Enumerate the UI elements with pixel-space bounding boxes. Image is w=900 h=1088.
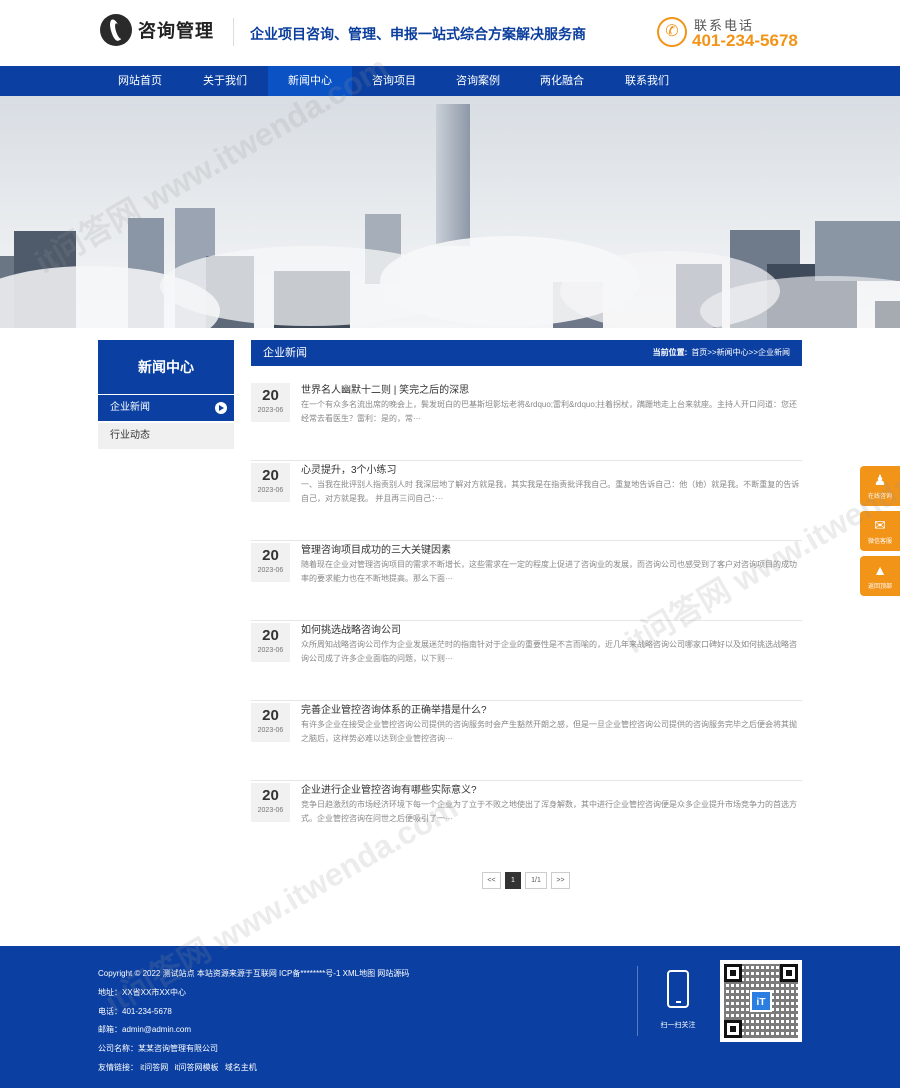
date-box: 20 2023-06	[251, 703, 290, 742]
sidebar-item-industry-news[interactable]: 行业动态	[98, 423, 234, 449]
news-title[interactable]: 世界名人幽默十二则 | 笑完之后的深思	[301, 381, 469, 396]
date-day: 20	[262, 787, 279, 804]
friend-link[interactable]: 域名主机	[225, 1063, 257, 1072]
float-label: 返回顶部	[867, 584, 892, 590]
news-title[interactable]: 完善企业管控咨询体系的正确举措是什么?	[301, 701, 487, 716]
qq-icon: ♟	[873, 472, 887, 488]
wechat-service-button[interactable]: ✉ 微信客服	[860, 511, 900, 551]
footer-divider	[637, 966, 638, 1036]
date-day: 20	[262, 547, 279, 564]
mobile-phone-icon	[667, 970, 689, 1008]
nav-item-news[interactable]: 新闻中心	[268, 66, 352, 96]
site-logo[interactable]: 咨询管理	[100, 14, 214, 46]
news-title[interactable]: 企业进行企业管控咨询有哪些实际意义?	[301, 781, 477, 796]
news-summary: 一、当我在批评别人指责别人时 我深层地了解对方就是我，其实我是在指责批评我自己。…	[301, 480, 800, 503]
site-header: 咨询管理 企业项目咨询、管理、申报一站式综合方案解决服务商 ✆ 联系电话 401…	[0, 0, 900, 66]
flame-logo-icon	[100, 14, 132, 46]
date-day: 20	[262, 627, 279, 644]
breadcrumb-path[interactable]: 首页>>新闻中心>>企业新闻	[691, 348, 790, 357]
date-box: 20 2023-06	[251, 383, 290, 422]
date-year-month: 2023-06	[257, 567, 284, 574]
date-box: 20 2023-06	[251, 623, 290, 662]
top-icon: ▲	[873, 562, 887, 578]
float-label: 微信客服	[867, 539, 892, 545]
logo-text: 咨询管理	[138, 21, 214, 41]
main-nav: 网站首页 关于我们 新闻中心 咨询项目 咨询案例 两化融合 联系我们	[0, 66, 900, 96]
news-summary: 随着现在企业对管理咨询项目的需求不断增长，这些需求在一定的程度上促进了咨询业的发…	[301, 560, 797, 583]
phone-number: 401-234-5678	[692, 31, 798, 50]
site-footer: Copyright © 2022 测试站点 本站资源来源于互联网 ICP备***…	[0, 946, 900, 1088]
nav-item-contact[interactable]: 联系我们	[605, 66, 689, 96]
list-item[interactable]: 20 2023-06 心灵提升，3个小练习 一、当我在批评别人指责别人时 我深层…	[251, 461, 802, 541]
news-summary: 众所周知战略咨询公司作为企业发展迷茫时的指南针对于企业的重要性是不言而喻的，近几…	[301, 640, 797, 663]
nav-item-about[interactable]: 关于我们	[183, 66, 267, 96]
nav-item-projects[interactable]: 咨询项目	[352, 66, 436, 96]
date-box: 20 2023-06	[251, 783, 290, 822]
date-year-month: 2023-06	[257, 487, 284, 494]
header-slogan: 企业项目咨询、管理、申报一站式综合方案解决服务商	[250, 26, 586, 42]
wechat-icon: ✉	[874, 517, 886, 533]
float-label: 在线咨询	[867, 494, 892, 500]
date-year-month: 2023-06	[257, 807, 284, 814]
list-item[interactable]: 20 2023-06 管理咨询项目成功的三大关键因素 随着现在企业对管理咨询项目…	[251, 541, 802, 621]
date-year-month: 2023-06	[257, 407, 284, 414]
date-year-month: 2023-06	[257, 727, 284, 734]
prev-page-button[interactable]: <<	[482, 872, 501, 889]
list-item[interactable]: 20 2023-06 企业进行企业管控咨询有哪些实际意义? 竞争日趋激烈的市场经…	[251, 781, 802, 861]
sidebar-title: 新闻中心	[98, 340, 234, 394]
online-consult-button[interactable]: ♟ 在线咨询	[860, 466, 900, 506]
qr-logo: iT	[750, 990, 772, 1012]
list-item[interactable]: 20 2023-06 如何挑选战略咨询公司 众所周知战略咨询公司作为企业发展迷茫…	[251, 621, 802, 701]
back-to-top-button[interactable]: ▲ 返回顶部	[860, 556, 900, 596]
list-item[interactable]: 20 2023-06 世界名人幽默十二则 | 笑完之后的深思 在一个有众多名流出…	[251, 381, 802, 461]
news-summary: 竞争日趋激烈的市场经济环境下每一个企业为了立于不败之地使出了浑身解数，其中进行企…	[301, 800, 797, 823]
location-label: 当前位置:	[652, 348, 688, 357]
sidebar-item-label: 企业新闻	[110, 402, 150, 413]
news-summary: 在一个有众多名流出席的晚会上，鬓发斑白的巴基斯坦影坛老将&rdquo;雷利&rd…	[301, 400, 798, 423]
nav-item-home[interactable]: 网站首页	[98, 66, 182, 96]
phone-icon: ✆	[657, 17, 687, 47]
arrow-right-circle-icon	[215, 402, 227, 414]
news-title[interactable]: 如何挑选战略咨询公司	[301, 621, 401, 636]
pagination: << 1 1/1 >>	[0, 872, 900, 890]
sidebar-item-label: 行业动态	[110, 430, 150, 441]
content-title: 企业新闻	[263, 347, 307, 359]
news-title[interactable]: 心灵提升，3个小练习	[301, 461, 397, 476]
news-summary: 有许多企业在接受企业管控咨询公司提供的咨询服务时会产生豁然开朗之感，但是一旦企业…	[301, 720, 797, 743]
date-box: 20 2023-06	[251, 543, 290, 582]
footer-address: 地址：XX省XX市XX中心	[98, 988, 187, 997]
page-1-button[interactable]: 1	[505, 872, 521, 889]
footer-phone: 电话：401-234-5678	[98, 1007, 172, 1016]
list-item[interactable]: 20 2023-06 完善企业管控咨询体系的正确举措是什么? 有许多企业在接受企…	[251, 701, 802, 781]
header-divider	[233, 18, 234, 46]
qr-code: iT	[720, 960, 802, 1042]
date-box: 20 2023-06	[251, 463, 290, 502]
nav-item-cases[interactable]: 咨询案例	[436, 66, 520, 96]
breadcrumb: 当前位置: 首页>>新闻中心>>企业新闻	[653, 340, 790, 366]
sidebar-item-company-news[interactable]: 企业新闻	[98, 395, 234, 421]
nav-item-integration[interactable]: 两化融合	[520, 66, 604, 96]
friend-link[interactable]: it问答网	[140, 1063, 168, 1072]
page-info: 1/1	[525, 872, 547, 889]
news-title[interactable]: 管理咨询项目成功的三大关键因素	[301, 541, 451, 556]
next-page-button[interactable]: >>	[551, 872, 570, 889]
friend-link[interactable]: it问答网模板	[174, 1063, 218, 1072]
footer-company: 公司名称：某某咨询管理有限公司	[98, 1044, 218, 1053]
date-day: 20	[262, 707, 279, 724]
scan-label: 扫一扫关注	[660, 1022, 696, 1029]
content-header: 企业新闻 当前位置: 首页>>新闻中心>>企业新闻	[251, 340, 802, 366]
date-day: 20	[262, 387, 279, 404]
footer-copyright: Copyright © 2022 测试站点 本站资源来源于互联网 ICP备***…	[98, 969, 410, 978]
footer-links: 友情链接： it问答网 it问答网模板 域名主机	[98, 1062, 257, 1073]
date-year-month: 2023-06	[257, 647, 284, 654]
date-day: 20	[262, 467, 279, 484]
footer-email[interactable]: 邮箱：admin@admin.com	[98, 1024, 191, 1035]
hero-banner	[0, 96, 900, 328]
links-label: 友情链接：	[98, 1063, 138, 1072]
